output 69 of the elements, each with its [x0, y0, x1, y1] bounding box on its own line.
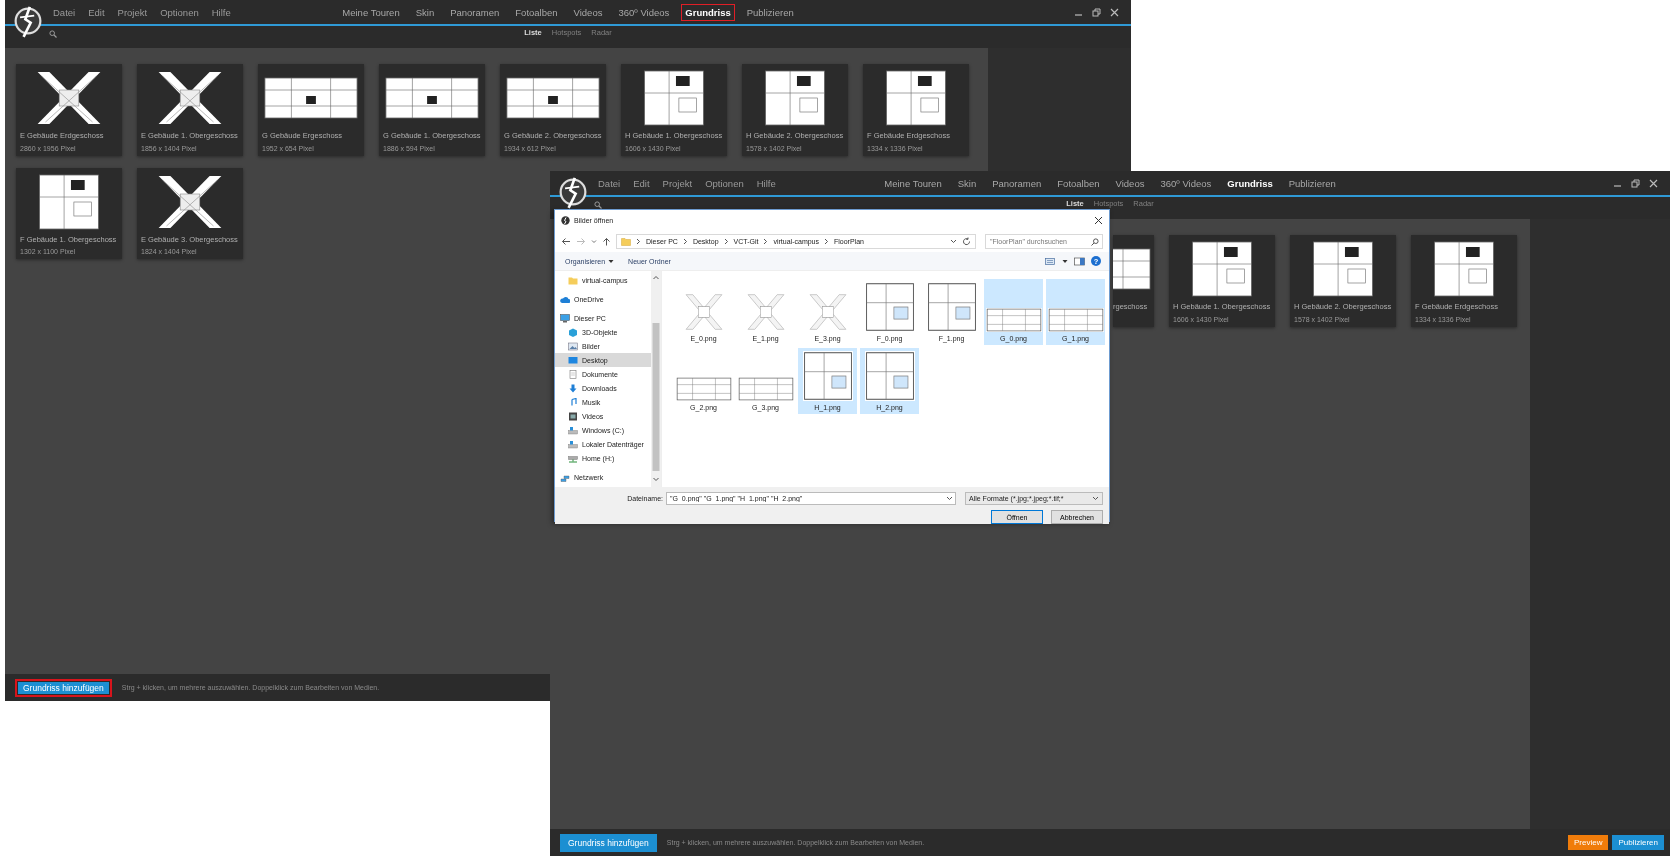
image-icon — [568, 341, 578, 351]
menu-item[interactable]: Projekt — [662, 177, 693, 189]
document-icon — [568, 369, 578, 379]
drive-icon — [568, 425, 578, 435]
close-icon[interactable] — [1094, 215, 1103, 225]
drive-icon — [568, 439, 578, 449]
nav-tab[interactable]: Grundriss — [1223, 174, 1277, 192]
nav-tab[interactable]: Meine Touren — [338, 3, 404, 21]
menu-item[interactable]: Edit — [88, 6, 105, 18]
nav-tab[interactable]: Meine Touren — [880, 174, 946, 192]
nav-tab[interactable]: 360º Videos — [614, 3, 674, 21]
search-icon[interactable] — [49, 30, 57, 38]
chevron-icon — [824, 237, 829, 245]
folder-icon — [568, 275, 578, 285]
video-icon — [568, 411, 578, 421]
nav-tab[interactable]: Videos — [569, 3, 607, 21]
nav-tab[interactable]: Publizieren — [742, 3, 798, 21]
network-icon — [560, 472, 570, 482]
caret-icon[interactable] — [1062, 258, 1068, 264]
restore-icon[interactable] — [1631, 178, 1640, 188]
menu-item[interactable]: Datei — [53, 6, 76, 18]
nav-tab[interactable]: Fotoalben — [1053, 174, 1104, 192]
caret-icon[interactable] — [950, 237, 957, 245]
add-floor-plan-button[interactable]: Grundriss hinzufügen — [560, 833, 657, 852]
desktop-icon — [568, 355, 578, 365]
nav-tab[interactable]: Skin — [411, 3, 439, 21]
app-icon — [561, 215, 570, 225]
menu-item[interactable]: Optionen — [160, 6, 199, 18]
cube-icon — [568, 327, 578, 337]
chevron-icon — [682, 237, 688, 245]
menu-item[interactable]: Optionen — [705, 177, 744, 189]
menu-item[interactable]: Hilfe — [756, 177, 776, 189]
view-icon[interactable] — [1045, 256, 1056, 266]
caret-icon — [608, 258, 615, 264]
chevron-icon — [763, 237, 769, 245]
menu-item[interactable]: Datei — [598, 177, 621, 189]
nav-tab[interactable]: 360º Videos — [1156, 174, 1216, 192]
caret-icon — [1092, 495, 1099, 502]
nav-tab[interactable]: Publizieren — [1284, 174, 1340, 192]
chevron-icon — [723, 237, 729, 245]
nav-tab[interactable]: Videos — [1111, 174, 1149, 192]
computer-icon — [560, 313, 570, 323]
nav-tab[interactable]: Skin — [953, 174, 981, 192]
back-icon[interactable] — [561, 236, 571, 246]
nav-tab[interactable]: Panoramen — [988, 174, 1046, 192]
up-icon[interactable] — [602, 236, 611, 246]
publish-button[interactable]: Publizieren — [1612, 835, 1664, 850]
nav-tab[interactable]: Panoramen — [446, 3, 504, 21]
close-icon[interactable] — [1649, 178, 1658, 188]
preview-pane-icon[interactable] — [1074, 256, 1085, 266]
nav-tab[interactable]: Fotoalben — [511, 3, 562, 21]
network-drive-icon — [568, 453, 578, 463]
search-icon[interactable] — [594, 201, 602, 209]
chevron-icon — [636, 237, 641, 245]
folder-icon — [621, 236, 631, 246]
music-icon — [568, 397, 578, 407]
menu-item[interactable]: Hilfe — [211, 6, 231, 18]
cloud-icon — [560, 294, 570, 304]
add-floor-plan-button[interactable]: Grundriss hinzufügen — [15, 678, 112, 697]
menu-item[interactable]: Edit — [633, 177, 650, 189]
restore-icon[interactable] — [1092, 7, 1101, 17]
caret-icon[interactable] — [946, 495, 953, 502]
nav-tab[interactable]: Grundriss — [681, 3, 735, 21]
menu-item[interactable]: Projekt — [117, 6, 148, 18]
download-icon — [568, 383, 578, 393]
search-icon — [1091, 237, 1099, 246]
refresh-icon[interactable] — [962, 236, 971, 246]
scrollbar[interactable] — [651, 271, 661, 487]
close-icon[interactable] — [1110, 7, 1119, 17]
